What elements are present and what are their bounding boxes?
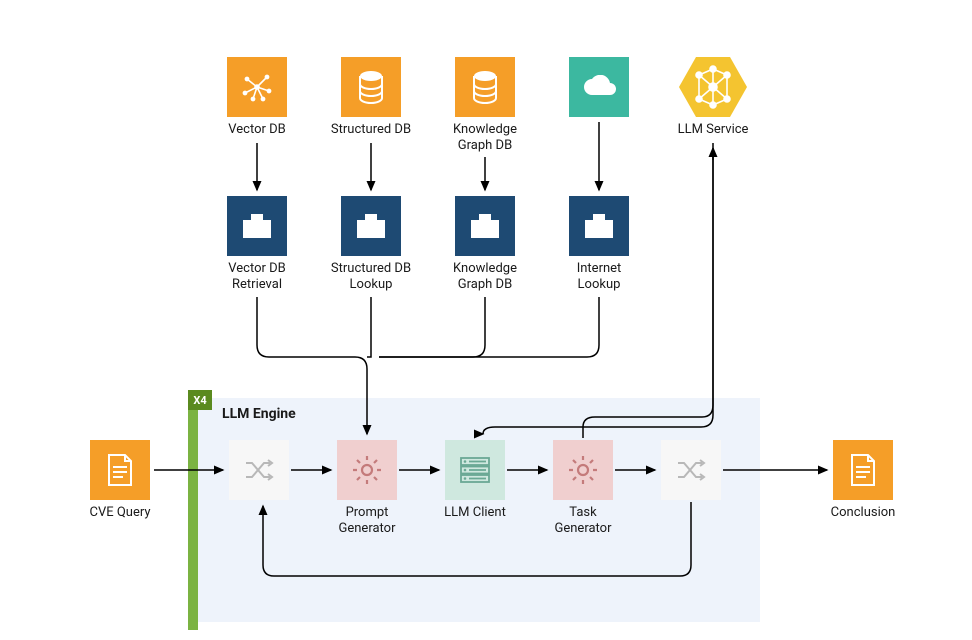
knowledge-graph-lookup-label: KnowledgeGraph DB xyxy=(435,261,535,294)
llm-engine-bar xyxy=(188,390,198,630)
structured-db-icon xyxy=(341,57,401,117)
structured-db-lookup-label: Structured DBLookup xyxy=(321,261,421,294)
llm-engine-title: LLM Engine xyxy=(222,406,296,422)
internet-lookup-label: InternetLookup xyxy=(549,261,649,294)
vector-db-icon xyxy=(227,57,287,117)
conclusion-label: Conclusion xyxy=(813,505,913,521)
prompt-generator-icon xyxy=(337,440,397,500)
vector-db-retrieval-label: Vector DBRetrieval xyxy=(207,261,307,294)
diagram-canvas: X4 LLM Engine Vector DB Structured DB xyxy=(0,0,972,640)
internet-lookup-icon xyxy=(569,196,629,256)
x4-badge: X4 xyxy=(188,390,212,410)
structured-db-label: Structured DB xyxy=(321,122,421,138)
task-generator-icon xyxy=(553,440,613,500)
cloud-icon xyxy=(569,57,629,117)
structured-db-lookup-icon xyxy=(341,196,401,256)
vector-db-label: Vector DB xyxy=(207,122,307,138)
llm-service-icon xyxy=(679,57,747,117)
prompt-generator-label: PromptGenerator xyxy=(317,505,417,538)
cve-query-icon xyxy=(90,440,150,500)
cve-query-label: CVE Query xyxy=(70,505,170,521)
shuffle-out-icon xyxy=(661,440,721,500)
knowledge-graph-lookup-icon xyxy=(455,196,515,256)
task-generator-label: TaskGenerator xyxy=(533,505,633,538)
shuffle-in-icon xyxy=(229,440,289,500)
knowledge-graph-label: KnowledgeGraph DB xyxy=(435,122,535,155)
llm-client-icon xyxy=(445,440,505,500)
vector-db-retrieval-icon xyxy=(227,196,287,256)
conclusion-icon xyxy=(833,440,893,500)
llm-service-label: LLM Service xyxy=(663,122,763,138)
llm-client-label: LLM Client xyxy=(425,505,525,521)
knowledge-graph-icon xyxy=(455,57,515,117)
